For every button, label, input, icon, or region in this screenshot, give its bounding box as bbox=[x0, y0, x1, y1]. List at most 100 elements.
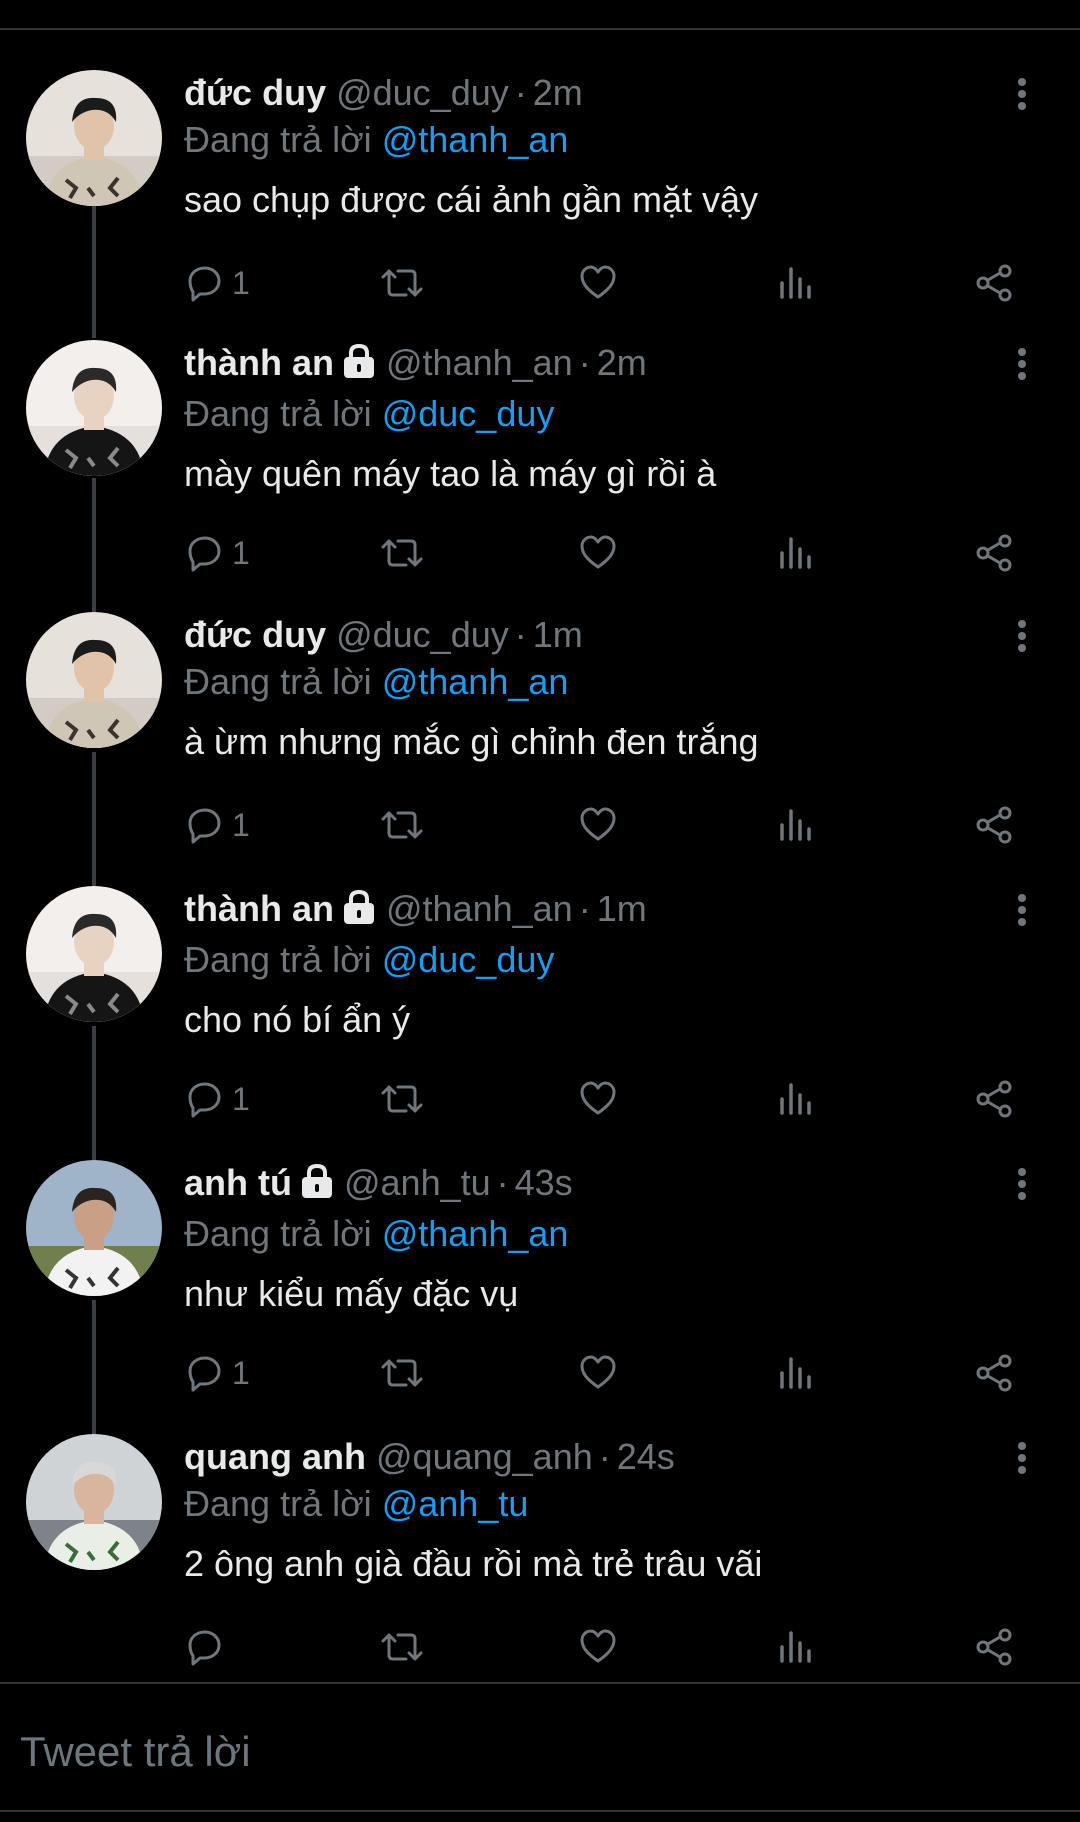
avatar[interactable] bbox=[26, 340, 162, 476]
reply-button[interactable]: 1 bbox=[184, 528, 250, 578]
views-button[interactable] bbox=[778, 258, 814, 308]
tweet-reply[interactable]: quang anh @quang_anh · 24s Đang trả lời @an… bbox=[0, 1434, 1080, 1706]
share-icon bbox=[974, 805, 1014, 845]
share-icon bbox=[974, 1627, 1014, 1667]
share-button[interactable] bbox=[974, 800, 1014, 850]
mention-link[interactable]: @thanh_an bbox=[382, 119, 569, 160]
tweet-header: đức duy @duc_duy · 2m bbox=[184, 70, 1000, 116]
retweet-icon bbox=[380, 1627, 424, 1667]
reply-icon bbox=[184, 1353, 224, 1393]
user-handle[interactable]: @anh_tu bbox=[344, 1162, 491, 1203]
avatar[interactable] bbox=[26, 612, 162, 748]
timestamp[interactable]: 2m bbox=[597, 342, 647, 383]
like-button[interactable] bbox=[578, 258, 618, 308]
reply-button[interactable]: 1 bbox=[184, 1348, 250, 1398]
like-button[interactable] bbox=[578, 1074, 618, 1124]
replying-to-label: Đang trả lời bbox=[184, 661, 372, 702]
views-button[interactable] bbox=[778, 1348, 814, 1398]
replying-to-label: Đang trả lời bbox=[184, 1483, 372, 1524]
more-icon[interactable] bbox=[1016, 348, 1028, 384]
more-icon[interactable] bbox=[1016, 1168, 1028, 1204]
like-button[interactable] bbox=[578, 528, 618, 578]
share-button[interactable] bbox=[974, 1074, 1014, 1124]
tweet-text: sao chụp được cái ảnh gần mặt vậy bbox=[184, 179, 759, 220]
timestamp[interactable]: 1m bbox=[597, 888, 647, 929]
views-button[interactable] bbox=[778, 800, 814, 850]
more-icon[interactable] bbox=[1016, 894, 1028, 930]
share-icon bbox=[974, 533, 1014, 573]
reply-button[interactable]: 1 bbox=[184, 258, 250, 308]
tweet-reply[interactable]: đức duy @duc_duy · 1m Đang trả lời @thanh_a… bbox=[0, 612, 1080, 884]
display-name[interactable]: thành an bbox=[184, 888, 334, 929]
like-button[interactable] bbox=[578, 1348, 618, 1398]
display-name[interactable]: đức duy bbox=[184, 614, 326, 655]
like-icon bbox=[578, 1079, 618, 1119]
user-handle[interactable]: @thanh_an bbox=[386, 888, 573, 929]
views-icon bbox=[778, 805, 814, 845]
user-handle[interactable]: @duc_duy bbox=[336, 614, 509, 655]
retweet-icon bbox=[380, 1353, 424, 1393]
timestamp[interactable]: 2m bbox=[533, 72, 583, 113]
mention-link[interactable]: @thanh_an bbox=[382, 661, 569, 702]
user-handle[interactable]: @duc_duy bbox=[336, 72, 509, 113]
views-button[interactable] bbox=[778, 528, 814, 578]
views-button[interactable] bbox=[778, 1622, 814, 1672]
retweet-button[interactable] bbox=[380, 1622, 424, 1672]
views-button[interactable] bbox=[778, 1074, 814, 1124]
reply-count: 1 bbox=[232, 806, 250, 843]
reply-button[interactable] bbox=[184, 1622, 232, 1672]
tweet-actions: 1 bbox=[184, 1348, 1024, 1398]
lock-icon bbox=[300, 1163, 334, 1210]
display-name[interactable]: đức duy bbox=[184, 72, 326, 113]
reply-button[interactable]: 1 bbox=[184, 1074, 250, 1124]
avatar[interactable] bbox=[26, 70, 162, 206]
tweet-reply[interactable]: thành an @thanh_an · 1m Đang trả lời @duc_d… bbox=[0, 886, 1080, 1158]
timestamp[interactable]: 24s bbox=[617, 1436, 675, 1477]
reply-icon bbox=[184, 1079, 224, 1119]
mention-link[interactable]: @duc_duy bbox=[382, 393, 555, 434]
reply-icon bbox=[184, 263, 224, 303]
display-name[interactable]: anh tú bbox=[184, 1162, 292, 1203]
retweet-button[interactable] bbox=[380, 528, 424, 578]
avatar[interactable] bbox=[26, 1160, 162, 1296]
timestamp[interactable]: 43s bbox=[515, 1162, 573, 1203]
more-icon[interactable] bbox=[1016, 1442, 1028, 1478]
tweet-reply[interactable]: anh tú @anh_tu · 43s Đang trả lời @thanh_an… bbox=[0, 1160, 1080, 1432]
mention-link[interactable]: @duc_duy bbox=[382, 939, 555, 980]
tweet-header: anh tú @anh_tu · 43s bbox=[184, 1160, 1000, 1210]
tweet-text: như kiểu mấy đặc vụ bbox=[184, 1273, 519, 1314]
retweet-button[interactable] bbox=[380, 800, 424, 850]
retweet-icon bbox=[380, 1079, 424, 1119]
replying-to: Đang trả lời @thanh_an bbox=[184, 658, 1000, 706]
more-icon[interactable] bbox=[1016, 78, 1028, 114]
display-name[interactable]: quang anh bbox=[184, 1436, 366, 1477]
avatar[interactable] bbox=[26, 1434, 162, 1570]
retweet-icon bbox=[380, 533, 424, 573]
tweet-reply[interactable]: thành an @thanh_an · 2m Đang trả lời @duc_d… bbox=[0, 340, 1080, 612]
share-icon bbox=[974, 263, 1014, 303]
user-handle[interactable]: @thanh_an bbox=[386, 342, 573, 383]
share-button[interactable] bbox=[974, 528, 1014, 578]
retweet-button[interactable] bbox=[380, 258, 424, 308]
share-button[interactable] bbox=[974, 1348, 1014, 1398]
tweet-reply[interactable]: đức duy @duc_duy · 2m Đang trả lời @thanh_a… bbox=[0, 70, 1080, 342]
avatar[interactable] bbox=[26, 886, 162, 1022]
tweet-content: anh tú @anh_tu · 43s Đang trả lời @thanh_an… bbox=[184, 1160, 1000, 1318]
timestamp[interactable]: 1m bbox=[533, 614, 583, 655]
retweet-button[interactable] bbox=[380, 1074, 424, 1124]
mention-link[interactable]: @thanh_an bbox=[382, 1213, 569, 1254]
share-button[interactable] bbox=[974, 1622, 1014, 1672]
display-name[interactable]: thành an bbox=[184, 342, 334, 383]
mention-link[interactable]: @anh_tu bbox=[382, 1483, 529, 1524]
user-handle[interactable]: @quang_anh bbox=[376, 1436, 593, 1477]
separator-dot: · bbox=[578, 342, 591, 383]
like-button[interactable] bbox=[578, 800, 618, 850]
more-icon[interactable] bbox=[1016, 620, 1028, 656]
share-button[interactable] bbox=[974, 258, 1014, 308]
views-icon bbox=[778, 1353, 814, 1393]
reply-button[interactable]: 1 bbox=[184, 800, 250, 850]
replying-to-label: Đang trả lời bbox=[184, 1213, 372, 1254]
retweet-button[interactable] bbox=[380, 1348, 424, 1398]
like-button[interactable] bbox=[578, 1622, 618, 1672]
reply-input[interactable] bbox=[20, 1722, 920, 1782]
